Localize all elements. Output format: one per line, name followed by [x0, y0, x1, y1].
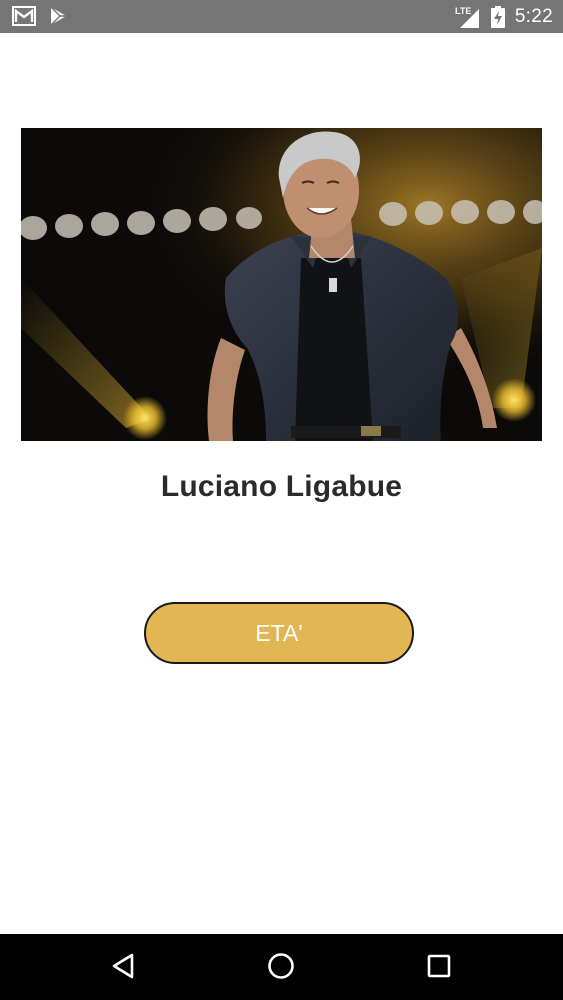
play-store-icon	[48, 6, 68, 26]
back-icon	[110, 952, 136, 984]
app-screen: LTE 5:22 Luciano Ligabue ETA'	[0, 0, 563, 1000]
status-bar: LTE 5:22	[0, 0, 563, 33]
home-button[interactable]	[263, 950, 299, 986]
artist-photo	[21, 128, 542, 441]
home-icon	[267, 952, 295, 984]
artist-name: Luciano Ligabue	[160, 470, 403, 503]
lte-signal-icon: LTE	[455, 5, 481, 29]
recents-button[interactable]	[421, 950, 457, 986]
recents-icon	[426, 953, 452, 983]
gmail-icon	[12, 6, 36, 26]
age-button[interactable]: ETA'	[144, 602, 414, 664]
status-bar-notifications	[12, 6, 68, 26]
battery-charging-icon	[490, 6, 505, 28]
status-bar-system: LTE 5:22	[455, 4, 553, 30]
back-button[interactable]	[105, 950, 141, 986]
navigation-bar	[0, 934, 563, 1000]
svg-text:LTE: LTE	[455, 6, 471, 16]
status-time: 5:22	[514, 6, 553, 27]
